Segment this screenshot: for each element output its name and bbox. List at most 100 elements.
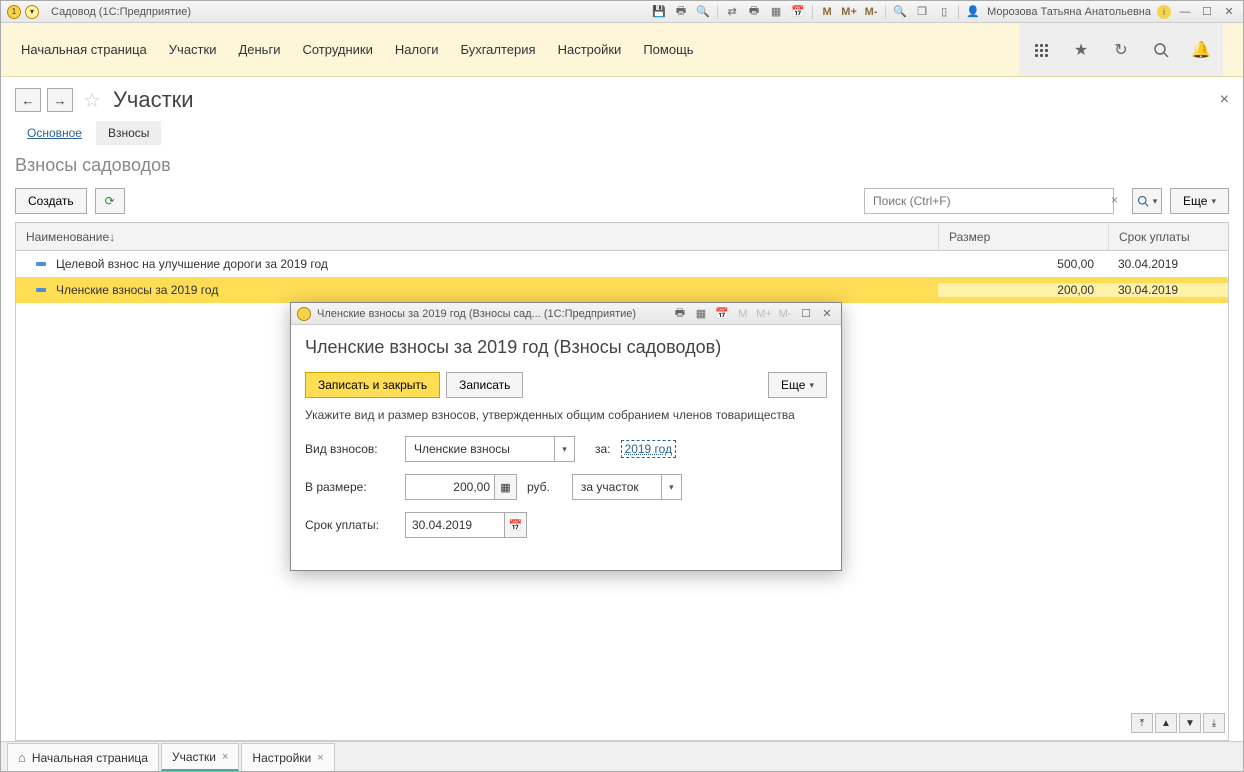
maximize-icon[interactable]: ☐ <box>1199 4 1215 20</box>
nav-forward-button[interactable]: → <box>47 88 73 112</box>
dialog-titlebar: Членские взносы за 2019 год (Взносы сад.… <box>291 303 841 325</box>
dialog-mplus-icon[interactable]: M+ <box>756 306 772 322</box>
windows-icon[interactable]: ❐ <box>914 4 930 20</box>
app-window: 1 ▾ Садовод (1С:Предприятие) 💾 🖶 🔍 ⇄ 🖶 ▦… <box>0 0 1244 772</box>
minimize-icon[interactable]: — <box>1177 4 1193 20</box>
calc-mplus-icon[interactable]: M+ <box>841 4 857 20</box>
save-icon[interactable]: 💾 <box>651 4 667 20</box>
dialog-mminus-icon[interactable]: M- <box>777 306 793 322</box>
dialog-m-icon[interactable]: M <box>735 306 751 322</box>
menu-staff[interactable]: Сотрудники <box>302 42 372 57</box>
row-marker-icon <box>36 288 46 292</box>
row-name: Целевой взнос на улучшение дороги за 201… <box>56 257 328 271</box>
chevron-down-icon[interactable]: ▾ <box>554 437 574 461</box>
row-due: 30.04.2019 <box>1108 257 1228 271</box>
table-row[interactable]: Членские взносы за 2019 год 200,00 30.04… <box>16 277 1228 303</box>
calc-icon[interactable]: ▦ <box>495 474 517 500</box>
dialog-print-icon[interactable]: 🖶 <box>672 306 688 322</box>
due-date-input[interactable]: 30.04.2019 <box>405 512 505 538</box>
row-marker-icon <box>36 262 46 266</box>
user-name: Морозова Татьяна Анатольевна <box>987 6 1151 18</box>
menu-help[interactable]: Помощь <box>643 42 693 57</box>
table-row[interactable]: Целевой взнос на улучшение дороги за 201… <box>16 251 1228 277</box>
btab-plots[interactable]: Участки× <box>161 743 239 771</box>
tab-dues[interactable]: Взносы <box>96 121 161 145</box>
scroll-down-icon[interactable]: ▼ <box>1179 713 1201 733</box>
save-button[interactable]: Записать <box>446 372 523 398</box>
menu-money[interactable]: Деньги <box>238 42 280 57</box>
save-close-button[interactable]: Записать и закрыть <box>305 372 440 398</box>
print-icon[interactable]: 🖶 <box>673 4 689 20</box>
search-icon[interactable] <box>1141 23 1181 76</box>
menu-tax[interactable]: Налоги <box>395 42 439 57</box>
create-button[interactable]: Создать <box>15 188 87 214</box>
home-icon: ⌂ <box>18 750 26 765</box>
amount-input[interactable]: 200,00 <box>405 474 495 500</box>
zoom-icon[interactable]: 🔍 <box>892 4 908 20</box>
calendar2-icon[interactable]: 📅 <box>790 4 806 20</box>
history-icon[interactable]: ↻ <box>1101 23 1141 76</box>
print2-icon[interactable]: 🖶 <box>746 4 762 20</box>
star-outline-icon[interactable]: ☆ <box>83 88 101 113</box>
year-link[interactable]: 2019 год <box>621 440 677 458</box>
edit-due-dialog: Членские взносы за 2019 год (Взносы сад.… <box>290 302 842 571</box>
scroll-top-icon[interactable]: ⤒ <box>1131 713 1153 733</box>
sys-titlebar: 1 ▾ Садовод (1С:Предприятие) 💾 🖶 🔍 ⇄ 🖶 ▦… <box>1 1 1243 23</box>
close-tab-icon[interactable]: × <box>317 752 323 764</box>
info-icon[interactable]: i <box>1157 5 1171 19</box>
search-input[interactable] <box>864 188 1114 214</box>
for-label: за: <box>595 442 611 456</box>
compare-icon[interactable]: ⇄ <box>724 4 740 20</box>
bell-icon[interactable]: 🔔 <box>1181 23 1221 76</box>
menu-acc[interactable]: Бухгалтерия <box>460 42 535 57</box>
close-tab-icon[interactable]: × <box>222 751 228 763</box>
refresh-button[interactable]: ⟳ <box>95 188 125 214</box>
nav-back-button[interactable]: ← <box>15 88 41 112</box>
col-size[interactable]: Размер <box>938 223 1108 250</box>
close-window-icon[interactable]: ✕ <box>1221 4 1237 20</box>
dialog-cal2-icon[interactable]: 📅 <box>714 306 730 322</box>
amount-label: В размере: <box>305 480 395 494</box>
tab-main[interactable]: Основное <box>15 121 94 145</box>
dialog-wtitle: Членские взносы за 2019 год (Взносы сад.… <box>317 308 636 320</box>
row-size: 500,00 <box>938 257 1108 271</box>
per-value: за участок <box>573 480 661 494</box>
apps-grid-icon[interactable] <box>1021 23 1061 76</box>
row-size: 200,00 <box>938 283 1108 297</box>
dialog-close-icon[interactable]: ✕ <box>819 306 835 322</box>
kind-combo[interactable]: Членские взносы ▾ <box>405 436 575 462</box>
bottom-tabs: ⌂Начальная страница Участки× Настройки× <box>1 741 1243 771</box>
section-title: Взносы садоводов <box>15 155 1229 176</box>
close-page-icon[interactable]: × <box>1220 91 1229 109</box>
dialog-cal1-icon[interactable]: ▦ <box>693 306 709 322</box>
calendar-icon[interactable]: ▦ <box>768 4 784 20</box>
due-label: Срок уплаты: <box>305 518 395 532</box>
dropdown-icon[interactable]: ▾ <box>25 5 39 19</box>
calendar-picker-icon[interactable]: 📅 <box>505 512 527 538</box>
preview-icon[interactable]: 🔍 <box>695 4 711 20</box>
favorite-icon[interactable]: ★ <box>1061 23 1101 76</box>
dialog-maximize-icon[interactable]: ☐ <box>798 306 814 322</box>
col-name[interactable]: Наименование↓ <box>16 230 938 244</box>
app-logo-icon: 1 <box>7 5 21 19</box>
calc-m-icon[interactable]: M <box>819 4 835 20</box>
copy-icon[interactable]: ▯ <box>936 4 952 20</box>
per-combo[interactable]: за участок ▾ <box>572 474 682 500</box>
btab-settings[interactable]: Настройки× <box>241 743 334 771</box>
dialog-more-button[interactable]: Еще <box>768 372 827 398</box>
refresh-icon: ⟳ <box>105 194 115 208</box>
app-title: Садовод (1С:Предприятие) <box>51 6 191 18</box>
scroll-bottom-icon[interactable]: ⤓ <box>1203 713 1225 733</box>
dialog-logo-icon <box>297 307 311 321</box>
search-dd-button[interactable] <box>1132 188 1162 214</box>
menu-home[interactable]: Начальная страница <box>21 42 147 57</box>
calc-mminus-icon[interactable]: M- <box>863 4 879 20</box>
menu-settings[interactable]: Настройки <box>558 42 622 57</box>
chevron-down-icon[interactable]: ▾ <box>661 475 681 499</box>
col-due[interactable]: Срок уплаты <box>1108 223 1228 250</box>
btab-home[interactable]: ⌂Начальная страница <box>7 743 159 771</box>
menu-plots[interactable]: Участки <box>169 42 217 57</box>
scroll-up-icon[interactable]: ▲ <box>1155 713 1177 733</box>
clear-search-icon[interactable]: × <box>1111 193 1118 207</box>
more-button[interactable]: Еще <box>1170 188 1229 214</box>
